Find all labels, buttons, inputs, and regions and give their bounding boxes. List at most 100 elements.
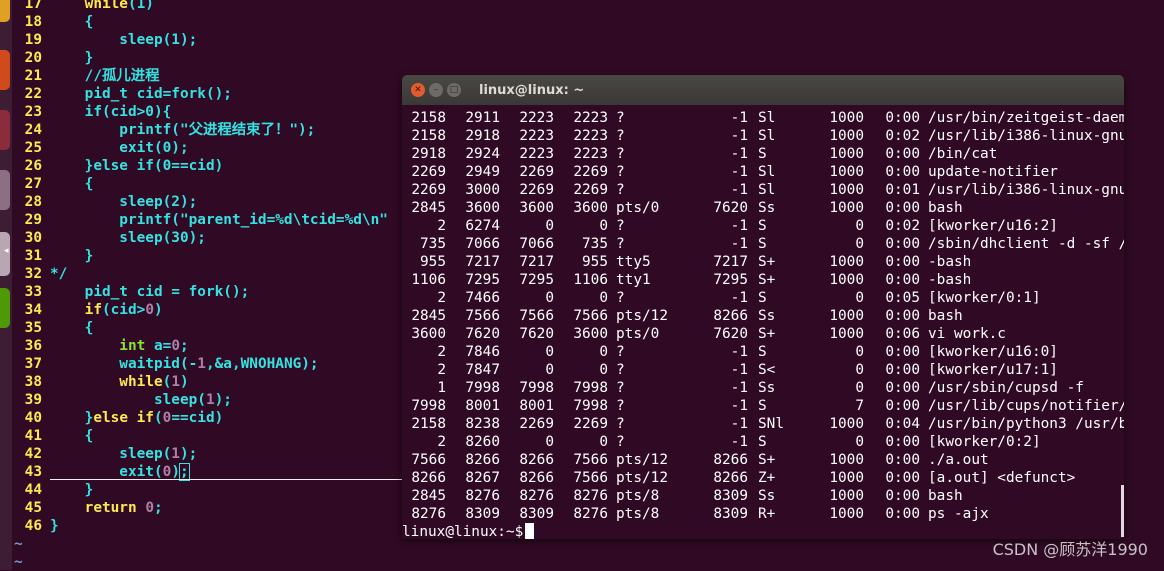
process-pid: 2918 (465, 128, 500, 144)
process-row[interactable]: 2 8260 0 0? -1 S 0 0:00 [kworker/0:2] (410, 433, 1124, 451)
code-token: 1 (171, 446, 180, 462)
process-tty: ? (616, 434, 625, 450)
code-token: (1) (127, 0, 154, 12)
process-tty: ? (616, 182, 625, 198)
process-time: 0:00 (885, 146, 920, 162)
process-row[interactable]: 2269 3000 2269 2269? -1 Sl 1000 0:01/usr/lib/i3… (410, 181, 1124, 199)
process-row[interactable]: 2845 3600 3600 3600 pts/0 7620 Ss 1000 0:00 bash (410, 199, 1124, 217)
process-pid: 8309 (465, 506, 500, 522)
process-ppid: 2845 (411, 308, 446, 324)
process-tty: pts/12 (616, 470, 668, 486)
process-ppid: 735 (420, 236, 446, 252)
process-pid: 8238 (465, 416, 500, 432)
launcher-app-icon[interactable] (0, 0, 10, 22)
process-row[interactable]: 2918 2924 2223 2223? -1 S 1000 0:00/bin/cat (410, 145, 1124, 163)
process-row[interactable]: 2 7466 0 0? -1 S 0 0:05 [kworker/0:1] (410, 289, 1124, 307)
process-uid: 1000 (829, 272, 864, 288)
process-pgid: 8266 (519, 470, 554, 486)
close-icon[interactable]: ✕ (411, 83, 425, 97)
process-row[interactable]: 3600 7620 7620 3600 pts/0 7620 S+ 1000 0:06 vi wo… (410, 325, 1124, 343)
process-time: 0:00 (885, 110, 920, 126)
minimize-icon[interactable]: – (429, 83, 443, 97)
terminal-window[interactable]: ✕ – □ linux@linux: ~ 2158 2911 2223 2223? -1… (402, 75, 1124, 539)
maximize-icon[interactable]: □ (447, 83, 461, 97)
process-pgid: 0 (545, 344, 554, 360)
code-token: 0 (171, 338, 180, 354)
code-token: pid_t cid = fork(); (50, 284, 250, 300)
process-pid: 7847 (465, 362, 500, 378)
code-line[interactable]: 18 { (14, 13, 1164, 31)
code-line[interactable]: 17 while(1) (14, 0, 1164, 13)
code-line[interactable]: 20 } (14, 49, 1164, 67)
process-command: -bash (928, 254, 972, 270)
process-ppid: 2158 (411, 416, 446, 432)
launcher-app-icon[interactable] (0, 170, 10, 210)
terminal-output[interactable]: 2158 2911 2223 2223? -1 Sl 1000 0:00/usr/bin/ze… (402, 105, 1124, 539)
process-tpgid: -1 (730, 398, 748, 414)
process-row[interactable]: 2 7847 0 0? -1 S< 0 0:00 [kworker/u17:1] (410, 361, 1124, 379)
line-number: 43 (24, 464, 42, 480)
process-pid: 7217 (465, 254, 500, 270)
code-token: printf("父进程结束了！"); (50, 122, 316, 138)
process-time: 0:00 (885, 236, 920, 252)
process-row[interactable]: 2 7846 0 0? -1 S 0 0:00 [kworker/u16:0] (410, 343, 1124, 361)
process-time: 0:00 (885, 398, 920, 414)
code-token: ; (153, 500, 163, 516)
process-sid: 1106 (573, 272, 608, 288)
line-number: 34 (24, 302, 42, 318)
process-sid: 3600 (573, 326, 608, 342)
process-stat: S< (758, 362, 776, 378)
code-token: ; (179, 338, 189, 354)
process-row[interactable]: 2158 8238 2269 2269? -1 SNl 1000 0:04/usr/bin/p… (410, 415, 1124, 433)
code-line[interactable]: 19 sleep(1); (14, 31, 1164, 49)
process-row[interactable]: 1 7998 7998 7998? -1 Ss 0 0:00/usr/sbin/cupsd -… (410, 379, 1124, 397)
process-command: /usr/lib/cups/notifier/ (928, 398, 1124, 414)
process-pid: 8267 (465, 470, 500, 486)
process-row[interactable]: 2845 8276 8276 8276 pts/8 8309 Ss 1000 0:00 bash (410, 487, 1124, 505)
process-pgid: 2223 (519, 128, 554, 144)
terminal-titlebar[interactable]: ✕ – □ linux@linux: ~ (402, 75, 1124, 105)
process-tty: pts/12 (616, 452, 668, 468)
process-row[interactable]: 2269 2949 2269 2269? -1 Sl 1000 0:00 update-noti… (410, 163, 1124, 181)
process-stat: Ss (758, 488, 776, 504)
code-token: 0 (145, 302, 154, 318)
process-row[interactable]: 955 7217 7217 955 tty5 7217 S+ 1000 0:00 -bash (410, 253, 1124, 271)
process-row[interactable]: 2 6274 0 0? -1 S 0 0:02 [kworker/u16:2] (410, 217, 1124, 235)
process-time: 0:00 (885, 380, 920, 396)
code-token: { (50, 14, 94, 30)
process-command: /bin/cat (928, 146, 998, 162)
code-token: { (50, 176, 94, 192)
code-token: } (50, 50, 94, 66)
process-pid: 2911 (465, 110, 500, 126)
process-row[interactable]: 1106 7295 7295 1106 tty1 7295 S+ 1000 0:00 -bash (410, 271, 1124, 289)
launcher-app-icon[interactable] (0, 50, 10, 90)
process-tpgid: -1 (730, 182, 748, 198)
process-row[interactable]: 2158 2911 2223 2223? -1 Sl 1000 0:00/usr/bin/ze… (410, 109, 1124, 127)
process-command: /usr/lib/i386-linux-gnu (928, 128, 1124, 144)
process-command: ps -ajx (928, 506, 989, 522)
process-row[interactable]: 7566 8266 8266 7566 pts/12 8266 S+ 1000 0:00 ./a.… (410, 451, 1124, 469)
code-token: if (50, 302, 102, 318)
process-row[interactable]: 735 7066 7066 735? -1 S 0 0:00/sbin/dhclient -d… (410, 235, 1124, 253)
launcher-app-icon[interactable] (0, 110, 10, 150)
launcher-app-icon[interactable] (0, 288, 10, 328)
process-row[interactable]: 7998 8001 8001 7998? -1 S 7 0:00/usr/lib/cups/n… (410, 397, 1124, 415)
terminal-scrollbar[interactable] (1121, 485, 1124, 537)
code-token: sleep(2); (50, 194, 198, 210)
process-command: [kworker/0:1] (928, 290, 1041, 306)
process-uid: 1000 (829, 326, 864, 342)
process-row[interactable]: 2158 2918 2223 2223? -1 Sl 1000 0:02/usr/lib/i3… (410, 127, 1124, 145)
process-pid: 7295 (465, 272, 500, 288)
process-uid: 1000 (829, 128, 864, 144)
process-ppid: 2 (437, 290, 446, 306)
line-number: 46 (24, 518, 42, 534)
code-token: { (50, 320, 94, 336)
process-row[interactable]: 8276 8309 8309 8276 pts/8 8309 R+ 1000 0:00 ps -a… (410, 505, 1124, 523)
process-row[interactable]: 2845 7566 7566 7566 pts/12 8266 Ss 1000 0:00 bash (410, 307, 1124, 325)
process-tty: ? (616, 110, 625, 126)
line-number: 26 (24, 158, 42, 174)
process-pid: 2924 (465, 146, 500, 162)
process-row[interactable]: 8266 8267 8266 7566 pts/12 8266 Z+ 1000 0:00 [a.o… (410, 469, 1124, 487)
code-token: waitpid(- (50, 356, 198, 372)
